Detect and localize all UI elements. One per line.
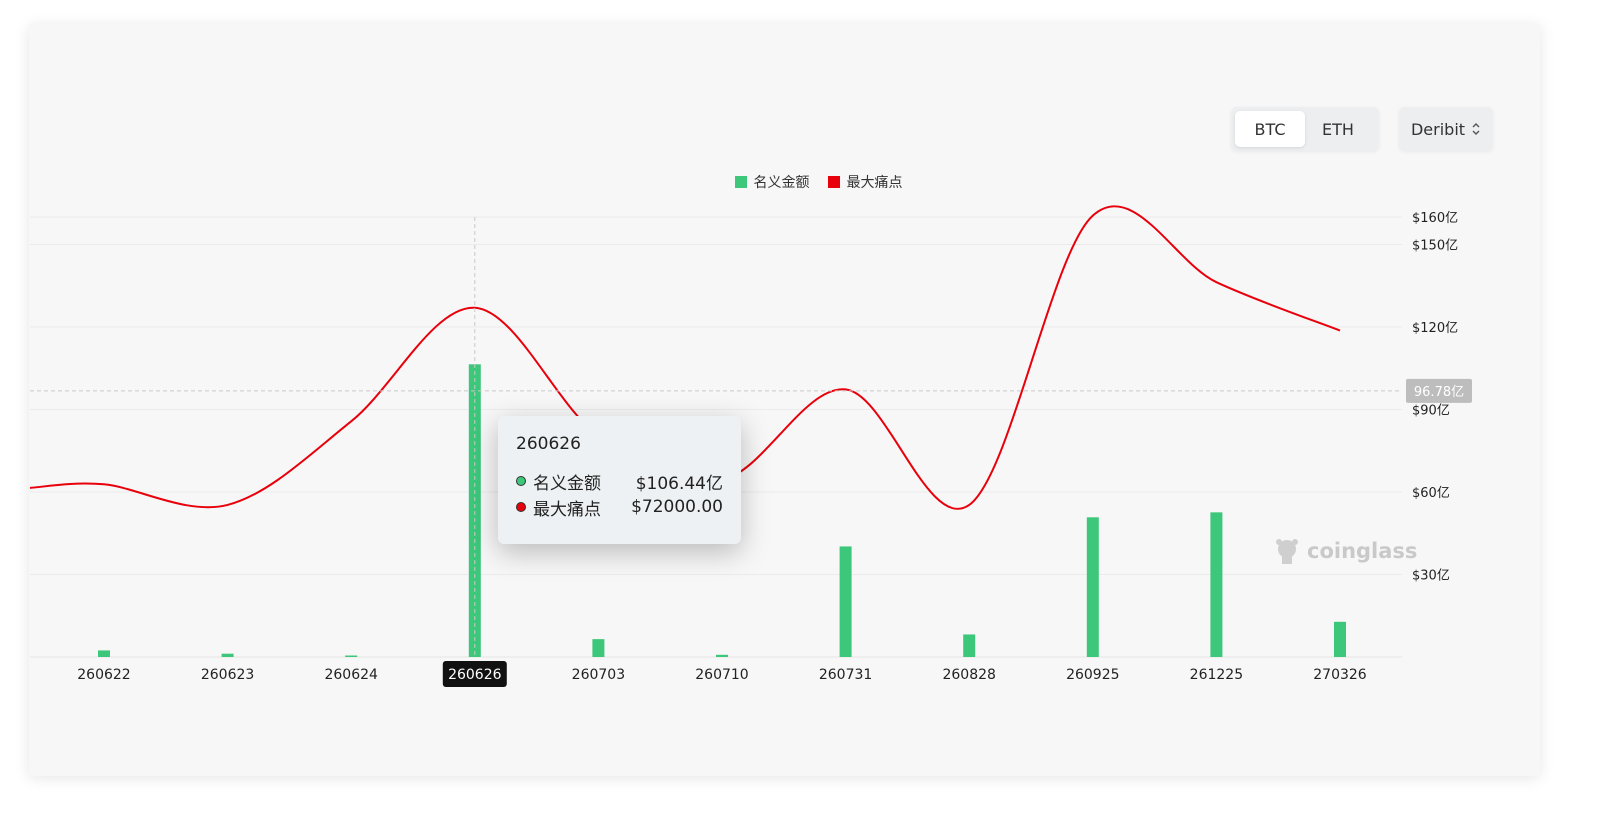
chart-tooltip: 260626 名义金额 $106.44亿 最大痛点 $72000.00 xyxy=(498,416,741,544)
x-tick-label: 260828 xyxy=(942,667,995,683)
tooltip-label: 最大痛点 xyxy=(533,499,601,520)
tooltip-value: $72000.00 xyxy=(631,497,723,517)
chart-plot[interactable]: $30亿 $60亿 $90亿 $120亿 $150亿 $160亿 96.78亿 260622 2… xyxy=(0,0,1607,824)
x-tick-label: 261225 xyxy=(1190,667,1243,683)
x-tick-label: 260623 xyxy=(201,667,254,683)
tooltip-row-notional: 名义金额 $106.44亿 xyxy=(516,468,723,494)
bar-260624 xyxy=(345,655,358,657)
x-tick-label: 260703 xyxy=(572,667,625,683)
x-tick-label: 260925 xyxy=(1066,667,1119,683)
y-tick-label: $30亿 xyxy=(1412,569,1450,584)
crosshair-y-label: 96.78亿 xyxy=(1414,385,1464,400)
bar-261225 xyxy=(1210,512,1223,657)
x-tick-label: 270326 xyxy=(1313,667,1367,683)
y-tick-label: $120亿 xyxy=(1412,321,1458,336)
tooltip-dot-red xyxy=(516,502,526,512)
tooltip-dot-green xyxy=(516,476,526,486)
bar-260623 xyxy=(221,653,234,657)
watermark-text: coinglass xyxy=(1307,539,1418,563)
tooltip-label: 名义金额 xyxy=(533,473,601,494)
tooltip-title: 260626 xyxy=(516,434,581,454)
y-tick-label: $60亿 xyxy=(1412,486,1450,501)
tooltip-row-max-pain: 最大痛点 $72000.00 xyxy=(516,494,723,520)
bar-260828 xyxy=(963,634,976,657)
x-tick-label: 260731 xyxy=(819,667,872,683)
y-tick-label: $90亿 xyxy=(1412,404,1450,419)
x-tick-label: 260710 xyxy=(695,667,748,683)
y-tick-label: $150亿 xyxy=(1412,239,1458,254)
bar-260925 xyxy=(1086,517,1099,657)
bar-270326 xyxy=(1334,621,1346,657)
coinglass-logo-icon xyxy=(1276,539,1298,564)
bar-260710 xyxy=(716,654,728,657)
tooltip-value: $106.44亿 xyxy=(635,473,723,494)
bar-260731 xyxy=(839,546,852,657)
y-tick-label: $160亿 xyxy=(1412,211,1458,226)
bar-260703 xyxy=(592,639,605,657)
x-tick-label: 260624 xyxy=(324,667,378,683)
bar-260622 xyxy=(98,650,110,657)
x-tick-label: 260622 xyxy=(77,667,130,683)
watermark: coinglass xyxy=(1273,536,1417,566)
x-tick-label: 260626 xyxy=(448,667,502,683)
